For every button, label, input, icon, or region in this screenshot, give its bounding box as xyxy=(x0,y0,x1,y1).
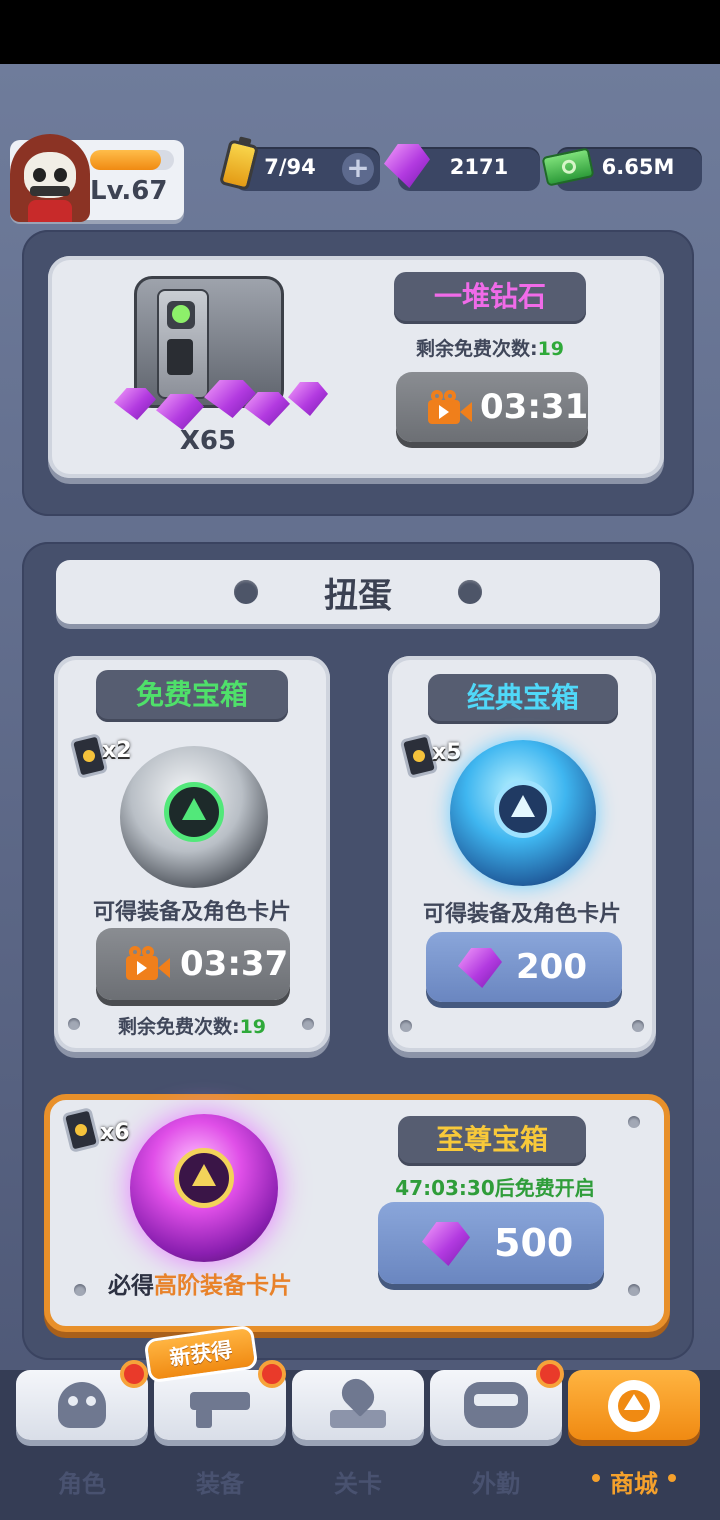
supreme-desc-prefix: 必得 xyxy=(108,1273,154,1299)
gem-icon xyxy=(458,948,502,988)
diamond-offer-card: X65 一堆钻石 剩余免费次数:19 03:31 xyxy=(48,256,664,478)
vault-icon xyxy=(134,276,284,408)
card-bolt xyxy=(400,1020,412,1032)
free-box-timer: 03:37 xyxy=(180,944,289,984)
classic-box-orb xyxy=(450,740,596,886)
add-energy-button[interactable]: + xyxy=(342,153,374,185)
avatar xyxy=(10,134,90,222)
supreme-box-buy-button[interactable]: 500 xyxy=(378,1202,604,1284)
supreme-box-multiplier: x6 xyxy=(100,1120,130,1145)
free-box-desc: 可得装备及角色卡片 xyxy=(92,900,291,925)
diamond-timer: 03:31 xyxy=(480,387,589,427)
free-remaining-count: 19 xyxy=(239,1016,267,1038)
shop-icon xyxy=(608,1380,660,1432)
level-progress-bar xyxy=(90,150,174,170)
supreme-box-price: 500 xyxy=(494,1221,574,1265)
classic-box-desc: 可得装备及角色卡片 xyxy=(422,902,621,927)
player-level: Lv.67 xyxy=(90,176,168,206)
card-bolt xyxy=(628,1284,640,1296)
gacha-header: 扭蛋 xyxy=(56,560,660,624)
pile-gem xyxy=(114,388,156,420)
classic-box-price: 200 xyxy=(516,947,587,987)
supreme-box-title: 至尊宝箱 xyxy=(398,1116,586,1166)
supreme-box-countdown: 47:03:30后免费开启 xyxy=(395,1176,595,1200)
cash-value: 6.65M xyxy=(601,155,675,179)
free-box-multiplier: x2 xyxy=(102,738,132,763)
free-remaining-count: 19 xyxy=(537,338,565,360)
gamepad-icon xyxy=(464,1382,528,1428)
nav-item-stages[interactable] xyxy=(292,1370,424,1440)
diamond-offer-title: 一堆钻石 xyxy=(394,272,586,324)
skull-icon xyxy=(58,1382,106,1428)
bottom-nav: 新获得 角色 装备 关卡 外勤 商城 xyxy=(0,1324,720,1520)
gacha-title: 扭蛋 xyxy=(324,576,392,616)
nav-label: 外勤 xyxy=(472,1470,520,1498)
card-bolt xyxy=(74,1284,86,1296)
avatar-body xyxy=(28,200,72,222)
pile-gem xyxy=(288,382,328,416)
classic-box-card[interactable]: 经典宝箱 x5 可得装备及角色卡片 200 xyxy=(388,656,656,1052)
free-box-watch-ad-button[interactable]: 03:37 xyxy=(96,928,290,1000)
nav-label: 角色 xyxy=(58,1470,106,1498)
diamond-quantity: X65 xyxy=(179,426,237,456)
character-card-icon xyxy=(61,1106,101,1154)
free-remaining-label: 剩余免费次数: xyxy=(415,338,538,360)
active-dot-right xyxy=(668,1474,676,1482)
diamond-watch-ad-button[interactable]: 03:31 xyxy=(396,372,588,442)
free-box-remaining: 剩余免费次数:19 xyxy=(54,1012,330,1039)
card-bolt xyxy=(632,1020,644,1032)
free-remaining-label: 剩余免费次数: xyxy=(117,1016,240,1038)
gem-value: 2171 xyxy=(449,155,509,179)
notification-dot xyxy=(258,1360,286,1388)
avatar-jaw xyxy=(30,186,70,196)
supreme-box-orb xyxy=(130,1114,278,1262)
notification-dot xyxy=(120,1360,148,1388)
free-box-title: 免费宝箱 xyxy=(96,670,288,722)
gem-icon xyxy=(422,1222,470,1266)
notification-dot xyxy=(536,1360,564,1388)
gun-icon xyxy=(190,1392,250,1428)
supreme-box-card[interactable]: x6 必得高阶装备卡片 至尊宝箱 47:03:30后免费开启 500 xyxy=(44,1094,670,1332)
free-box-orb xyxy=(120,746,268,888)
avatar-eye xyxy=(54,168,67,182)
classic-box-multiplier: x5 xyxy=(432,740,462,765)
nav-item-shop[interactable] xyxy=(568,1370,700,1440)
classic-box-title: 经典宝箱 xyxy=(428,674,618,724)
video-camera-icon xyxy=(428,390,472,426)
video-camera-icon xyxy=(126,946,170,982)
skull-face-icon xyxy=(24,152,76,198)
supreme-box-desc: 必得高阶装备卡片 xyxy=(50,1266,350,1300)
nav-label-active: 商城 xyxy=(610,1470,658,1498)
active-dot-left xyxy=(592,1474,600,1482)
card-bolt xyxy=(302,1018,314,1030)
card-bolt xyxy=(68,1018,80,1030)
avatar-eye xyxy=(33,168,46,182)
nav-label: 关卡 xyxy=(334,1470,382,1498)
diamond-free-remaining: 剩余免费次数:19 xyxy=(394,334,586,361)
classic-box-buy-button[interactable]: 200 xyxy=(426,932,622,1002)
nav-label: 装备 xyxy=(196,1470,244,1498)
shop-screen: Lv.67 7/94 + 2171 6.65M X65 一堆钻石 剩余免费次数:… xyxy=(0,64,720,1520)
supreme-desc-highlight: 高阶装备卡片 xyxy=(154,1273,292,1299)
card-bolt xyxy=(628,1116,640,1128)
player-card[interactable]: Lv.67 xyxy=(10,134,184,222)
free-box-card[interactable]: 免费宝箱 x2 可得装备及角色卡片 03:37 剩余免费次数:19 xyxy=(54,656,330,1052)
level-progress-fill xyxy=(90,150,162,170)
